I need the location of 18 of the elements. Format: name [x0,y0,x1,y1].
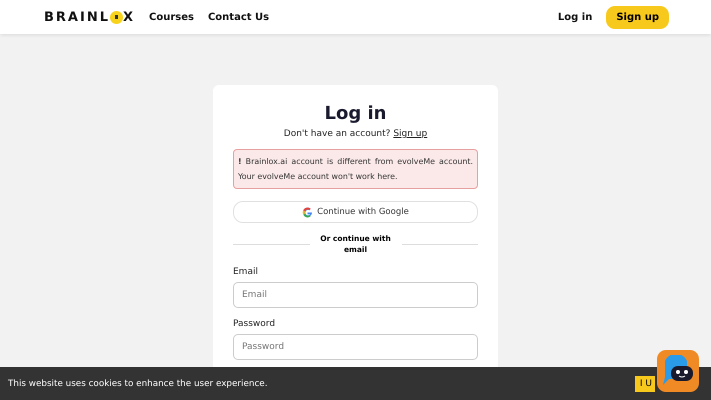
signup-link[interactable]: Sign up [393,129,428,139]
accept-button[interactable]: I U [634,376,655,392]
field-label: Email [233,267,259,277]
signup-prompt: Don't have an account? [284,129,390,139]
google-icon [302,206,314,218]
robot-icon [661,355,695,387]
input-field[interactable]: Email [233,282,478,308]
nav-link[interactable]: Contact Us [208,12,270,22]
login-title: Log in [324,103,388,124]
login-link[interactable]: Log in [558,12,592,22]
input-field[interactable]: Password [233,334,478,360]
brainlox-logo[interactable]: BRAINL X [44,10,136,24]
field-label: Password [233,319,276,329]
chatbot-button[interactable] [657,350,699,392]
cookie-text: This website uses cookies to enhance the user experience. [8,378,268,388]
nav-link[interactable]: Courses [149,12,194,22]
google-button[interactable]: Continue with Google [233,201,478,223]
signup-button[interactable]: Sign up [606,6,669,28]
